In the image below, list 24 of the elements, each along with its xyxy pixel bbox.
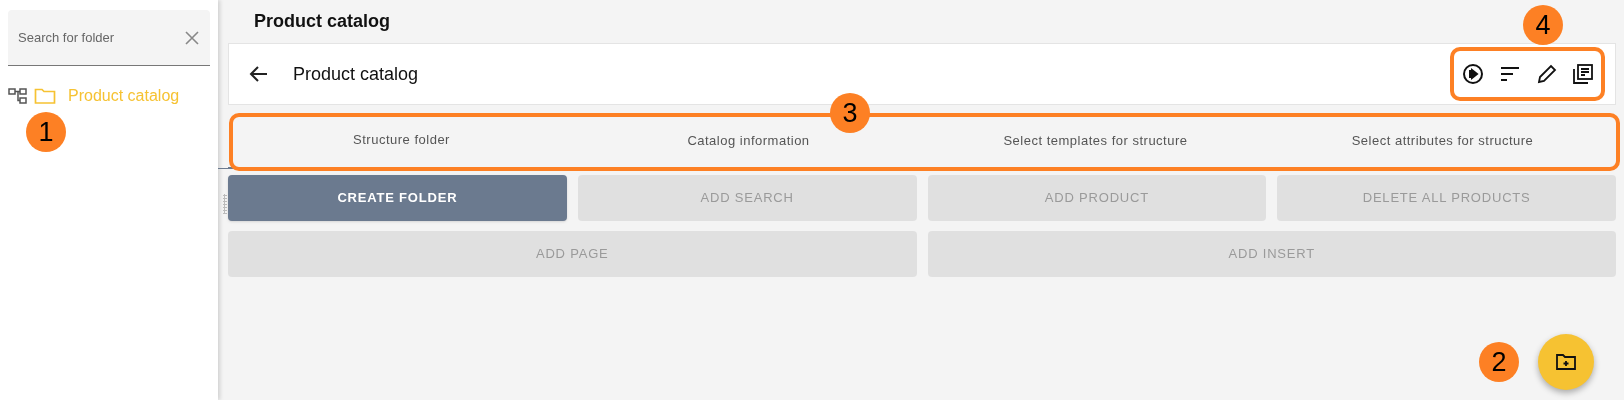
- tab[interactable]: Catalog information: [675, 113, 822, 169]
- callout-marker: 4: [1523, 5, 1563, 45]
- callout-marker: 1: [26, 112, 66, 152]
- tree-item[interactable]: Product catalog: [8, 84, 210, 108]
- hierarchy-icon: [8, 87, 28, 105]
- tab[interactable]: Select templates for structure: [991, 113, 1200, 169]
- play-icon[interactable]: [1462, 63, 1485, 85]
- page-title: Product catalog: [254, 10, 391, 33]
- close-icon[interactable]: [184, 29, 200, 46]
- tab[interactable]: Structure folder: [228, 113, 575, 169]
- action-button[interactable]: CREATE FOLDER: [228, 175, 567, 221]
- sort-icon[interactable]: [1500, 66, 1521, 82]
- documents-icon[interactable]: [1572, 64, 1593, 84]
- folder-plus-icon: [1556, 354, 1576, 370]
- search-field[interactable]: Search for folder: [18, 27, 168, 48]
- pencil-icon[interactable]: [1536, 64, 1557, 84]
- callout-marker: 2: [1479, 342, 1519, 382]
- header-title: Product catalog: [293, 62, 419, 86]
- search-field[interactable]: Search for folder: [8, 10, 210, 66]
- folder-icon: [34, 87, 56, 105]
- callout-marker: 3: [830, 93, 870, 133]
- tab[interactable]: Select attributes for structure: [1339, 113, 1546, 169]
- back-arrow-icon[interactable]: [249, 65, 269, 83]
- add-folder-button[interactable]: [1538, 334, 1594, 390]
